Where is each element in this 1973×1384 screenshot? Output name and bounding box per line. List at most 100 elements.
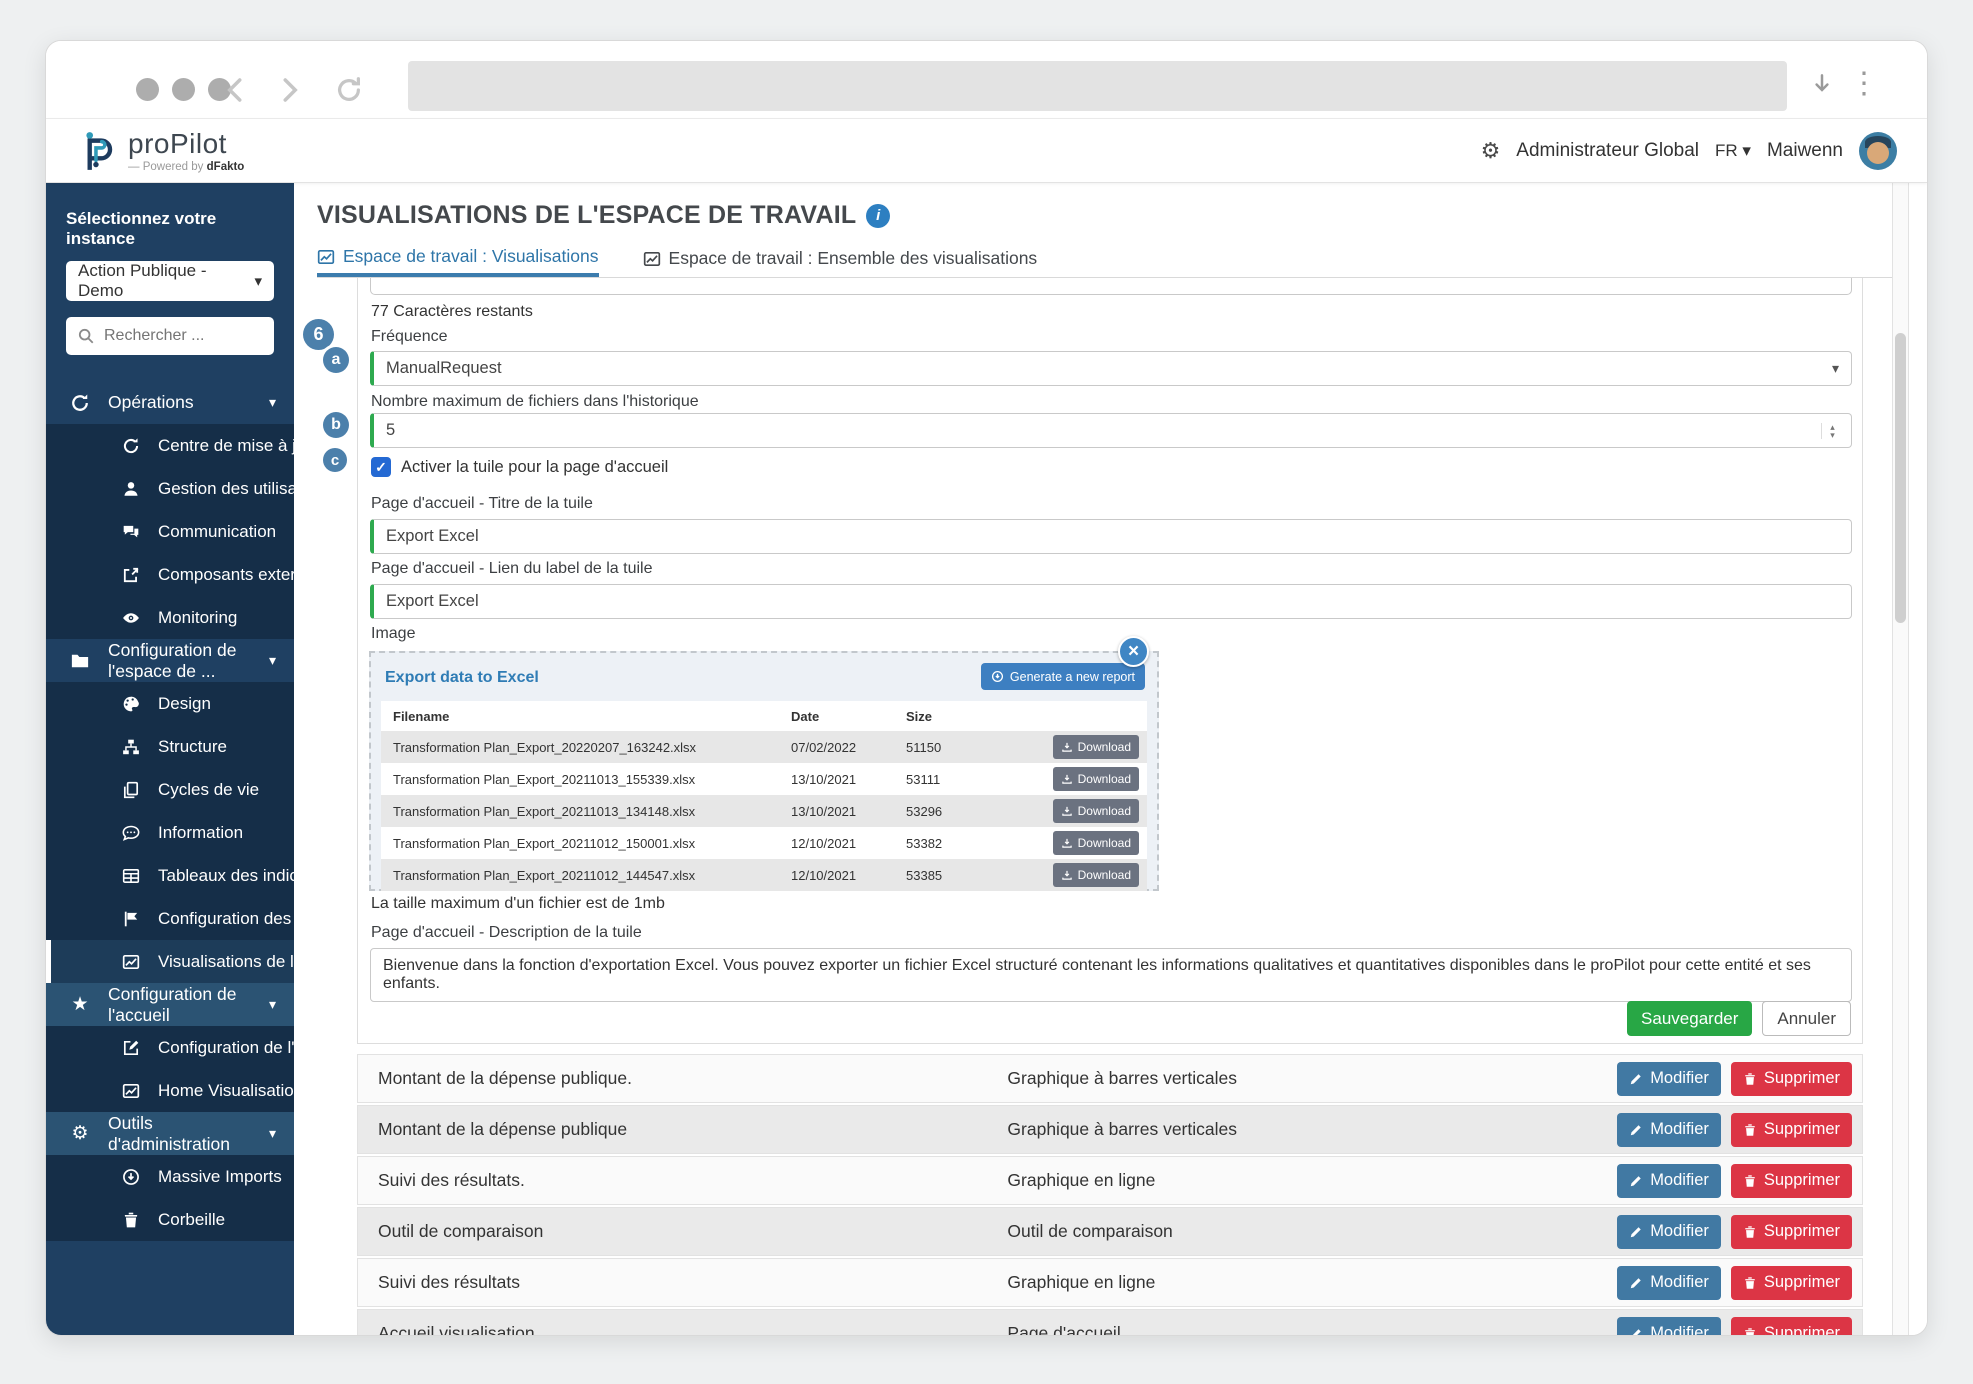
tab-ensemble-visualisations[interactable]: Espace de travail : Ensemble des visuali… — [643, 249, 1038, 277]
delete-button[interactable]: Supprimer — [1731, 1113, 1852, 1147]
frequency-select[interactable]: ManualRequest ▾ — [370, 351, 1852, 386]
sidebar-item-composants-externes[interactable]: Composants externes — [46, 553, 294, 596]
sidebar-item-tableaux-indicateurs[interactable]: Tableaux des indicateurs — [46, 854, 294, 897]
avatar[interactable] — [1859, 132, 1897, 170]
modify-button[interactable]: Modifier — [1617, 1062, 1721, 1096]
save-button[interactable]: Sauvegarder — [1627, 1001, 1752, 1036]
sidebar-item-centre-mise-a-jour[interactable]: Centre de mise à jour — [46, 424, 294, 467]
sidebar-item-massive-imports[interactable]: Massive Imports — [46, 1155, 294, 1198]
download-button: Download — [1053, 735, 1139, 759]
delete-button[interactable]: Supprimer — [1731, 1266, 1852, 1300]
scrollbar-thumb[interactable] — [1895, 333, 1906, 623]
sidebar-item-design[interactable]: Design — [46, 682, 294, 725]
propilot-logo[interactable]: proPilot — Powered by dFakto — [74, 125, 244, 175]
preview-table-row: Transformation Plan_Export_20220207_1632… — [381, 731, 1147, 763]
gear-icon: ⚙ — [70, 1124, 90, 1144]
copy-icon — [122, 781, 140, 799]
star-icon: ★ — [70, 995, 90, 1015]
tile-checkbox[interactable]: ✓ — [371, 457, 391, 477]
truncated-textarea[interactable] — [370, 278, 1852, 295]
sidebar-item-visualisations-espace[interactable]: Visualisations de l'espa... — [46, 940, 294, 983]
download-icon[interactable] — [1809, 71, 1835, 102]
description-textarea[interactable]: Bienvenue dans la fonction d'exportation… — [370, 948, 1852, 1002]
number-stepper[interactable]: ▴▾ — [1821, 423, 1839, 439]
sidebar-section-config-espace[interactable]: Configuration de l'espace de ... ▾ — [46, 639, 294, 682]
sidebar-item-config-kpis[interactable]: Configuration des KPIs — [46, 897, 294, 940]
sidebar-item-cycles-de-vie[interactable]: Cycles de vie — [46, 768, 294, 811]
tile-title-input[interactable]: Export Excel — [370, 519, 1852, 554]
forward-icon[interactable] — [274, 75, 304, 105]
settings-gear-icon[interactable]: ⚙ — [1481, 138, 1501, 164]
modify-button[interactable]: Modifier — [1617, 1266, 1721, 1300]
tab-espace-visualisations[interactable]: Espace de travail : Visualisations — [317, 249, 599, 277]
max-files-input[interactable] — [386, 421, 586, 440]
sidebar-section-operations[interactable]: Opérations ▾ — [46, 381, 294, 424]
language-selector[interactable]: FR ▾ — [1715, 141, 1751, 161]
download-button: Download — [1053, 767, 1139, 791]
max-size-note: La taille maximum d'un fichier est de 1m… — [371, 895, 665, 913]
image-label: Image — [371, 625, 415, 643]
cancel-button[interactable]: Annuler — [1762, 1001, 1851, 1036]
visualization-row: Montant de la dépense publique Graphique… — [357, 1105, 1863, 1154]
window-control-dot[interactable] — [136, 78, 159, 101]
sidebar-item-gestion-utilisateurs[interactable]: Gestion des utilisateurs — [46, 467, 294, 510]
back-icon[interactable] — [221, 75, 251, 105]
generate-report-button: Generate a new report — [981, 663, 1145, 690]
download-icon — [1061, 869, 1073, 881]
info-icon[interactable]: i — [866, 204, 890, 228]
chevron-down-icon: ▾ — [1742, 141, 1751, 160]
modify-button[interactable]: Modifier — [1617, 1317, 1721, 1337]
download-icon — [1061, 805, 1073, 817]
sidebar-section-outils-admin[interactable]: ⚙ Outils d'administration ▾ — [46, 1112, 294, 1155]
remove-image-button[interactable]: × — [1118, 636, 1149, 667]
brand-name: proPilot — [128, 128, 244, 160]
search-icon — [77, 327, 95, 345]
sidebar-item-information[interactable]: Information — [46, 811, 294, 854]
trash-icon — [1743, 1225, 1757, 1239]
delete-button[interactable]: Supprimer — [1731, 1317, 1852, 1337]
page-title: VISUALISATIONS DE L'ESPACE DE TRAVAIL i — [317, 201, 890, 230]
sidebar-section-config-accueil[interactable]: ★ Configuration de l'accueil ▾ — [46, 983, 294, 1026]
modify-button[interactable]: Modifier — [1617, 1215, 1721, 1249]
folder-icon — [70, 651, 90, 671]
annotation-a-badge: a — [323, 347, 349, 373]
scrollbar[interactable] — [1892, 183, 1909, 1336]
sitemap-icon — [122, 738, 140, 756]
pencil-icon — [1629, 1225, 1643, 1239]
sidebar-item-structure[interactable]: Structure — [46, 725, 294, 768]
sidebar-item-home-visualisation[interactable]: Home Visualisation — [46, 1069, 294, 1112]
sidebar-item-config-espace-accueil[interactable]: Configuration de l'espa... — [46, 1026, 294, 1069]
trash-icon — [1743, 1276, 1757, 1290]
tile-link-input[interactable]: Export Excel — [370, 584, 1852, 619]
kebab-menu-icon[interactable]: ⋮ — [1849, 71, 1879, 97]
refresh-icon[interactable] — [334, 75, 364, 105]
search-input[interactable] — [66, 317, 274, 355]
address-bar[interactable] — [408, 61, 1787, 111]
modify-button[interactable]: Modifier — [1617, 1113, 1721, 1147]
table-icon — [122, 867, 140, 885]
chevron-down-icon: ▾ — [269, 394, 276, 411]
tile-link-label: Page d'accueil - Lien du label de la tui… — [371, 560, 652, 578]
sidebar-item-corbeille[interactable]: Corbeille — [46, 1198, 294, 1241]
delete-button[interactable]: Supprimer — [1731, 1215, 1852, 1249]
external-link-icon — [122, 566, 140, 584]
chars-remaining-note: 77 Caractères restants — [371, 303, 533, 321]
delete-button[interactable]: Supprimer — [1731, 1164, 1852, 1198]
max-files-label: Nombre maximum de fichiers dans l'histor… — [371, 393, 699, 411]
window-control-dot[interactable] — [172, 78, 195, 101]
trash-icon — [1743, 1123, 1757, 1137]
refresh-icon — [70, 393, 90, 413]
delete-button[interactable]: Supprimer — [1731, 1062, 1852, 1096]
visualization-row: Suivi des résultats. Graphique en ligne … — [357, 1156, 1863, 1205]
main-content: VISUALISATIONS DE L'ESPACE DE TRAVAIL i … — [294, 183, 1927, 1336]
form-panel: 77 Caractères restants Fréquence ManualR… — [357, 278, 1863, 1044]
download-cloud-icon — [991, 670, 1004, 683]
sidebar-item-monitoring[interactable]: Monitoring — [46, 596, 294, 639]
visualization-row: Accueil visualisation Page d'accueil Mod… — [357, 1309, 1863, 1336]
pencil-icon — [1629, 1276, 1643, 1290]
chart-line-icon — [643, 250, 661, 268]
modify-button[interactable]: Modifier — [1617, 1164, 1721, 1198]
instance-select[interactable]: Action Publique - Demo ▾ — [66, 261, 274, 301]
chart-line-icon — [317, 248, 335, 266]
sidebar-item-communication[interactable]: Communication — [46, 510, 294, 553]
